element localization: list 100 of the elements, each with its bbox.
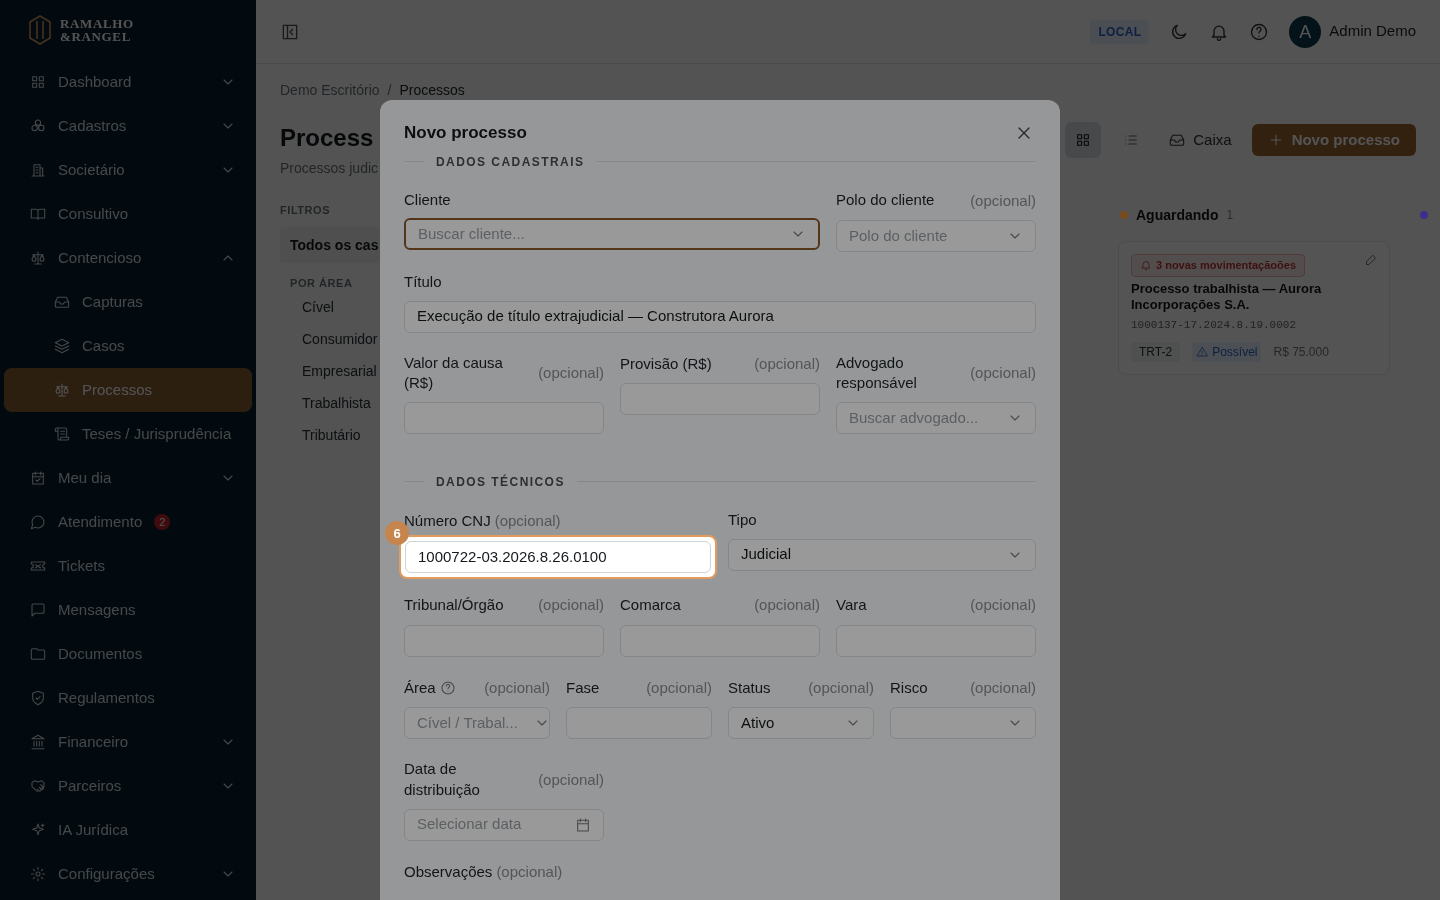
sidebar-label: Processos <box>82 379 153 400</box>
bell-icon <box>1140 259 1152 272</box>
count-badge: 2 <box>154 514 171 530</box>
optional-label: (opcional) <box>970 677 1036 698</box>
section-heading: DADOS CADASTRAIS <box>436 153 585 170</box>
filter-item[interactable]: Consumidor <box>280 323 380 355</box>
date-field[interactable]: Selecionar data <box>404 808 604 841</box>
sidebar-subitem[interactable]: Teses / Jurisprudência <box>4 412 252 456</box>
card-title: Processo trabalhista — Aurora Incorporações S.A. <box>1131 280 1323 313</box>
new-process-button[interactable]: Novo processo <box>1251 124 1416 156</box>
modal-title: Novo processo <box>404 122 527 144</box>
optional-label: (opcional) <box>538 595 604 616</box>
sidebar-label: Casos <box>82 335 125 356</box>
sidebar-item[interactable]: Cadastros <box>4 104 252 148</box>
inbox-button[interactable]: Caixa <box>1161 128 1240 152</box>
select-field[interactable]: Judicial <box>728 538 1036 571</box>
sidebar-item[interactable]: Societário <box>4 148 252 192</box>
optional-label: (opcional) <box>970 363 1036 383</box>
filter-item[interactable]: Cível <box>280 291 380 323</box>
sparkle-icon <box>30 822 46 838</box>
field-value: 1000722-03.2026.8.26.0100 <box>418 547 607 568</box>
sidebar-item[interactable]: Meu dia <box>4 456 252 500</box>
sidebar-item[interactable]: IA Jurídica <box>4 808 252 852</box>
optional-label: (opcional) <box>808 677 874 698</box>
field-placeholder: Selecionar data <box>417 814 522 835</box>
sidebar-item[interactable]: Dashboard <box>4 60 252 104</box>
sidebar-item[interactable]: Consultivo <box>4 192 252 236</box>
field-value: Execução de título extrajudicial — Construtora Aurora <box>417 306 774 327</box>
alert-badge: 3 novas movimentaçãoões <box>1131 254 1305 277</box>
sidebar-label: Documentos <box>58 643 143 664</box>
field-label: Risco <box>890 677 928 698</box>
view-toggle[interactable] <box>1065 122 1102 158</box>
field-label: Observações <box>404 861 493 882</box>
risk-tag: Possível <box>1192 341 1262 362</box>
select-field[interactable]: Buscar advogado... <box>836 401 1036 434</box>
field-label: Status <box>728 677 771 698</box>
sidebar-item[interactable]: Contencioso <box>4 236 252 280</box>
sidebar-item[interactable]: Mensagens <box>4 588 252 632</box>
bank-icon <box>30 734 46 750</box>
input-field[interactable]: Execução de título extrajudicial — Construtora Aurora <box>404 300 1036 333</box>
sidebar-subitem[interactable]: Processos <box>4 368 252 412</box>
field-label: Área <box>404 677 436 698</box>
sidebar-label: Configurações <box>58 863 155 884</box>
calendar-icon <box>575 816 591 833</box>
filter-item[interactable]: Empresarial <box>280 355 380 387</box>
logo-icon <box>28 14 52 46</box>
select-field[interactable] <box>890 707 1036 740</box>
optional-label: (opcional) <box>538 769 604 790</box>
optional-label: (opcional) <box>754 595 820 616</box>
select-field[interactable]: Cível / Trabal... <box>404 707 550 740</box>
optional-label: (opcional) <box>754 353 820 374</box>
filter-item[interactable]: Trabalhista <box>280 387 380 419</box>
sidebar-label: Regulamentos <box>58 687 155 708</box>
sidebar-subitem[interactable]: Casos <box>4 324 252 368</box>
field-placeholder: Polo do cliente <box>849 225 948 246</box>
sidebar-item[interactable]: Documentos <box>4 632 252 676</box>
breadcrumb-current: Processos <box>399 82 465 98</box>
filter-item[interactable]: Tributário <box>280 419 380 451</box>
sidebar-item[interactable]: Regulamentos <box>4 676 252 720</box>
input-field[interactable]: 1000722-03.2026.8.26.0100 <box>405 541 711 574</box>
sidebar-item[interactable]: Tickets <box>4 544 252 588</box>
select-field[interactable]: Buscar cliente... <box>404 218 820 251</box>
sidebar-item[interactable]: Configurações <box>4 852 252 896</box>
field-placeholder: Buscar advogado... <box>849 407 979 428</box>
sidebar-label: Societário <box>58 159 125 180</box>
field-placeholder: Cível / Trabal... <box>417 713 518 734</box>
user-avatar[interactable]: A <box>1289 15 1322 48</box>
message-icon <box>30 602 46 618</box>
sidebar-item[interactable]: Financeiro <box>4 720 252 764</box>
sidebar-label: Teses / Jurisprudência <box>82 423 232 444</box>
book-icon <box>30 206 46 222</box>
sidebar-label: Cadastros <box>58 115 127 136</box>
sidebar-label: Mensagens <box>58 599 136 620</box>
pencil-icon <box>1365 254 1377 266</box>
chat-bubble-icon <box>30 514 46 530</box>
filter-item[interactable]: Todos os cas <box>280 226 380 263</box>
sidebar-label: Atendimento <box>58 511 143 532</box>
field-value: Judicial <box>741 544 792 565</box>
field-label: Data de distribuição <box>404 759 481 800</box>
field-label: Valor da causa (R$) <box>404 352 504 394</box>
environment-badge: LOCAL <box>1090 19 1150 44</box>
select-field[interactable]: Ativo <box>728 707 874 740</box>
select-field[interactable]: Polo do cliente <box>836 220 1036 252</box>
optional-label: (opcional) <box>496 861 563 882</box>
field-label: Cliente <box>404 189 451 210</box>
warning-icon <box>1196 345 1209 358</box>
sidebar-item[interactable]: Parceiros <box>4 764 252 808</box>
field-label: Provisão (R$) <box>620 353 712 374</box>
list-icon <box>1123 132 1140 148</box>
logo-text: RAMALHO <box>60 17 134 30</box>
sidebar-subitem[interactable]: Capturas <box>4 280 252 324</box>
optional-label: (opcional) <box>538 363 604 383</box>
optional-label: (opcional) <box>646 677 712 698</box>
inbox-icon <box>54 294 70 310</box>
sidebar-item[interactable]: Atendimento 2 <box>4 500 252 544</box>
sidebar-label: Capturas <box>82 291 143 312</box>
shield-icon <box>30 690 46 706</box>
inbox-icon <box>1169 132 1186 148</box>
field-label: Título <box>404 272 442 292</box>
optional-label: (opcional) <box>494 510 561 531</box>
